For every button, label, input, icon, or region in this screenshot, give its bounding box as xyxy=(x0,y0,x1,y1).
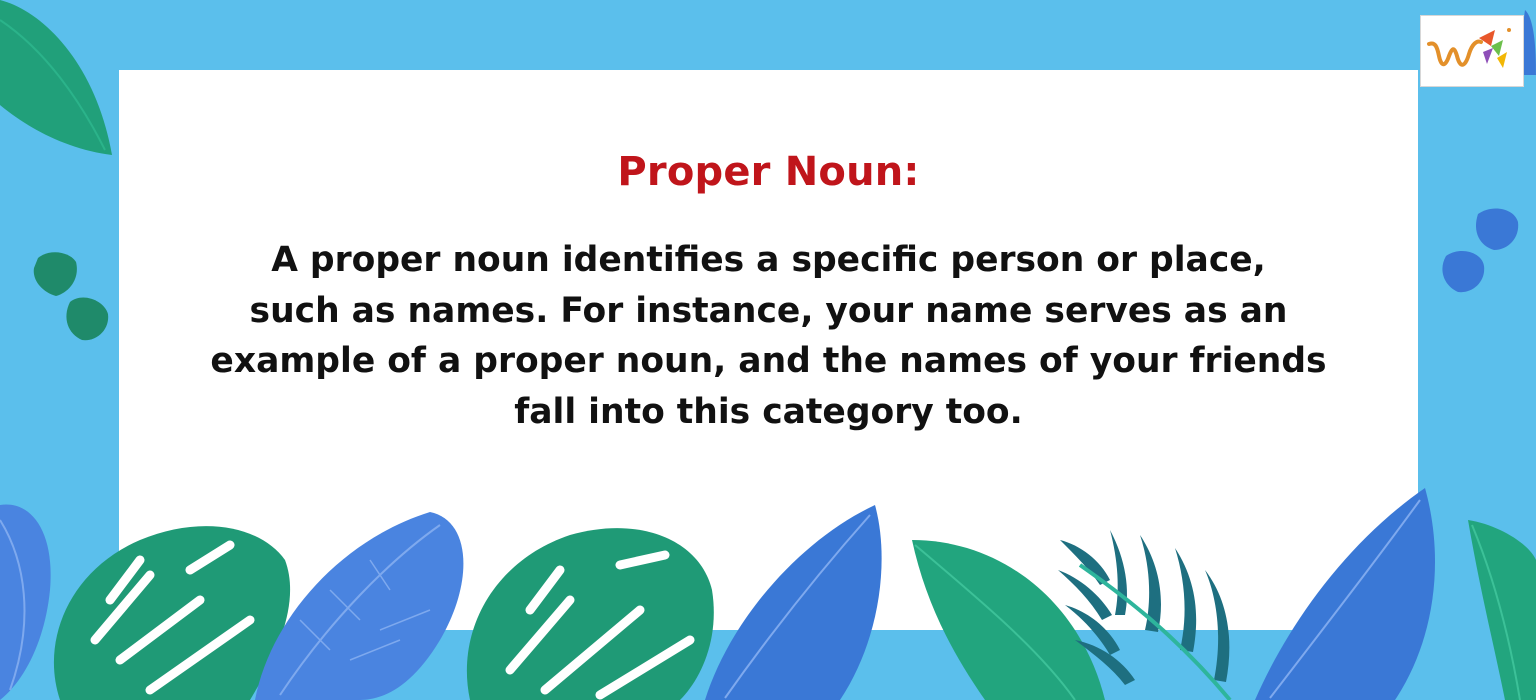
blue-leaf-far-left-icon xyxy=(0,504,51,700)
green-leaf-right-icon xyxy=(912,540,1105,700)
infographic: Proper Noun: A proper noun identifies a … xyxy=(0,0,1536,700)
site-logo[interactable] xyxy=(1420,15,1524,87)
monstera-leaf-left-icon xyxy=(53,526,291,700)
w-logo-icon xyxy=(1427,28,1511,68)
blue-leaf-center-icon xyxy=(705,505,882,700)
blue-leaf-right-icon xyxy=(1255,488,1435,700)
monstera-leaf-center-icon xyxy=(466,528,714,700)
foreground-leaves xyxy=(0,488,1536,700)
green-leaf-far-right-icon xyxy=(1468,520,1536,700)
